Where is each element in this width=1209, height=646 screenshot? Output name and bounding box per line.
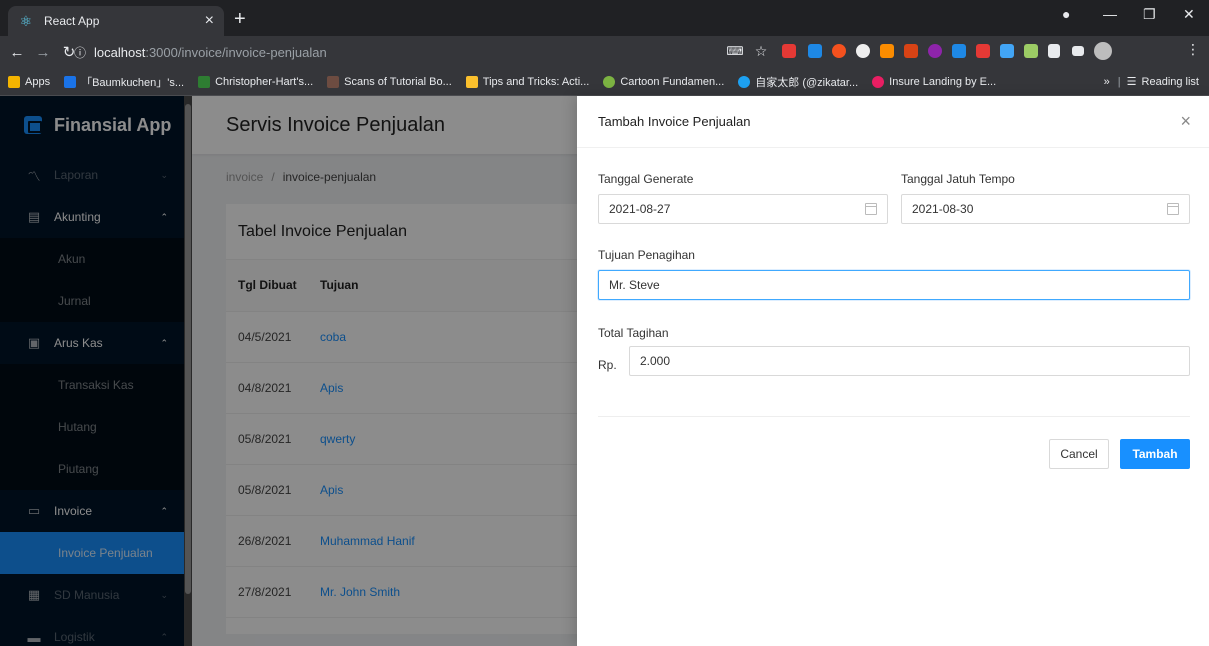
browser-menu-icon[interactable]: ⋮ bbox=[1186, 41, 1200, 57]
maximize-icon[interactable]: ❐ bbox=[1143, 6, 1156, 23]
extension-icon[interactable] bbox=[808, 44, 822, 58]
tab-close-icon[interactable]: × bbox=[205, 12, 214, 30]
checkmark-icon[interactable] bbox=[1000, 44, 1014, 58]
dribbble-icon bbox=[872, 75, 885, 88]
bookmark-star-icon[interactable]: ☆ bbox=[748, 43, 774, 60]
currency-prefix: Rp. bbox=[598, 358, 617, 372]
media-icon[interactable] bbox=[1072, 46, 1084, 56]
drawer-mask[interactable] bbox=[0, 96, 577, 646]
bookmark-item[interactable]: 「Baumkuchen」's... bbox=[64, 74, 184, 90]
bookmarks-more-icon[interactable]: » bbox=[1104, 76, 1110, 88]
extension-icon[interactable] bbox=[880, 44, 894, 58]
puzzle-icon[interactable] bbox=[1048, 44, 1060, 58]
tujuan-penagihan-value: Mr. Steve bbox=[609, 278, 660, 292]
avatar[interactable] bbox=[1094, 42, 1112, 60]
tanggal-generate-value: 2021-08-27 bbox=[609, 202, 671, 216]
bookmark-label: Apps bbox=[25, 75, 51, 88]
bookmark-icon bbox=[198, 75, 211, 88]
close-window-icon[interactable]: ✕ bbox=[1183, 6, 1195, 23]
tanggal-generate-datepicker[interactable]: 2021-08-27 bbox=[598, 194, 888, 224]
calendar-icon bbox=[865, 203, 877, 215]
reading-list-button[interactable]: Reading list bbox=[1142, 76, 1199, 88]
profile-icon[interactable]: ● bbox=[1062, 6, 1070, 22]
adblock-icon[interactable] bbox=[782, 44, 796, 58]
calendar-icon bbox=[1167, 203, 1179, 215]
close-icon[interactable]: × bbox=[1180, 111, 1191, 132]
new-tab-button[interactable]: + bbox=[234, 9, 246, 29]
apps-grid-icon bbox=[8, 75, 20, 88]
globe-icon[interactable] bbox=[856, 44, 870, 58]
reading-list-icon: ☰ bbox=[1126, 76, 1137, 88]
tanggal-jatuh-tempo-label: Tanggal Jatuh Tempo bbox=[901, 172, 1015, 186]
twitter-icon bbox=[738, 75, 751, 88]
bookmark-label: 「Baumkuchen」's... bbox=[81, 76, 185, 89]
tujuan-penagihan-label: Tujuan Penagihan bbox=[598, 248, 695, 262]
bookmark-item[interactable]: 自家太郎 (@zikatar... bbox=[738, 74, 858, 90]
bookmark-label: Insure Landing by E... bbox=[889, 75, 997, 88]
bookmark-item[interactable]: Insure Landing by E... bbox=[872, 75, 997, 88]
total-tagihan-value: 2.000 bbox=[640, 354, 671, 368]
extension-icon[interactable] bbox=[976, 44, 990, 58]
extension-icon[interactable] bbox=[1024, 44, 1038, 58]
tanggal-generate-label: Tanggal Generate bbox=[598, 172, 694, 186]
address-bar[interactable]: ⓘ localhost :3000/invoice/invoice-penjua… bbox=[74, 39, 790, 65]
react-logo-icon: ⚛ bbox=[19, 13, 33, 29]
extension-icon[interactable] bbox=[952, 44, 966, 58]
tab-title: React App bbox=[44, 14, 100, 28]
tujuan-penagihan-input[interactable]: Mr. Steve bbox=[598, 270, 1190, 300]
bookmark-item[interactable]: Christopher-Hart's... bbox=[198, 75, 314, 88]
browser-tabstrip: ⚛ React App × + ● — ❐ ✕ bbox=[0, 0, 1209, 36]
extension-icon[interactable] bbox=[928, 44, 942, 58]
opera-icon[interactable] bbox=[832, 44, 846, 58]
bookmark-item[interactable]: Cartoon Fundamen... bbox=[603, 75, 725, 88]
bookmark-icon bbox=[603, 75, 616, 88]
bookmark-icon bbox=[64, 75, 77, 88]
drawer-header: Tambah Invoice Penjualan × bbox=[577, 96, 1209, 148]
drawer-title: Tambah Invoice Penjualan bbox=[598, 114, 751, 129]
bookmarks-bar: Apps 「Baumkuchen」's... Christopher-Hart'… bbox=[0, 68, 1209, 96]
extension-icon[interactable] bbox=[904, 44, 918, 58]
total-tagihan-input[interactable]: 2.000 bbox=[629, 346, 1190, 376]
total-tagihan-label: Total Tagihan bbox=[598, 326, 669, 340]
translate-icon[interactable]: ⌨ bbox=[722, 44, 748, 58]
separator: | bbox=[1117, 75, 1121, 88]
url-path: :3000/invoice/invoice-penjualan bbox=[145, 44, 327, 60]
add-invoice-drawer: Tambah Invoice Penjualan × Tanggal Gener… bbox=[577, 96, 1209, 646]
bookmark-icon bbox=[465, 75, 478, 88]
site-info-icon[interactable]: ⓘ bbox=[74, 44, 86, 61]
minimize-icon[interactable]: — bbox=[1103, 6, 1117, 22]
forward-icon[interactable]: → bbox=[30, 44, 56, 61]
bookmark-label: Cartoon Fundamen... bbox=[620, 75, 725, 88]
tanggal-jatuh-tempo-value: 2021-08-30 bbox=[912, 202, 974, 216]
bookmark-label: Scans of Tutorial Bo... bbox=[344, 75, 452, 88]
back-icon[interactable]: ← bbox=[4, 44, 30, 61]
bookmark-item[interactable]: Apps bbox=[8, 75, 51, 88]
browser-tab[interactable]: ⚛ React App × bbox=[8, 6, 224, 36]
bookmark-icon bbox=[327, 75, 340, 88]
divider bbox=[598, 416, 1190, 417]
cancel-button[interactable]: Cancel bbox=[1049, 439, 1109, 469]
bookmark-label: Tips and Tricks: Acti... bbox=[482, 75, 590, 88]
tanggal-jatuh-tempo-datepicker[interactable]: 2021-08-30 bbox=[901, 194, 1190, 224]
url-host: localhost bbox=[94, 44, 146, 60]
bookmark-label: 自家太郎 (@zikatar... bbox=[755, 76, 859, 89]
bookmark-item[interactable]: Tips and Tricks: Acti... bbox=[465, 75, 590, 88]
bookmark-item[interactable]: Scans of Tutorial Bo... bbox=[327, 75, 452, 88]
tambah-button[interactable]: Tambah bbox=[1120, 439, 1190, 469]
bookmark-label: Christopher-Hart's... bbox=[215, 75, 314, 88]
